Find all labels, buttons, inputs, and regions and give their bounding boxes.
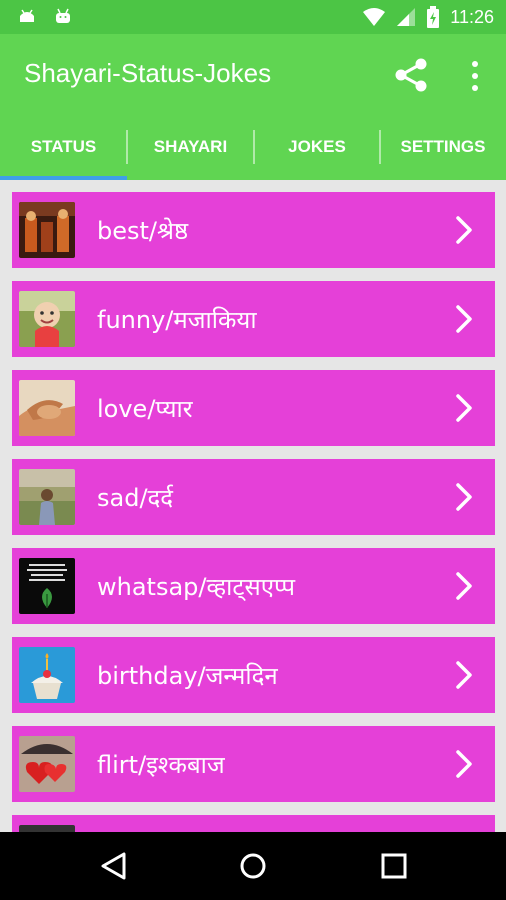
best-thumbnail	[19, 202, 75, 258]
app-title: Shayari-Status-Jokes	[24, 58, 272, 88]
funny-thumbnail	[19, 291, 75, 347]
list-item-label: best/श्रेष्ठ	[97, 216, 189, 245]
birthday-thumbnail	[19, 647, 75, 703]
tab-shayari[interactable]: SHAYARI	[127, 114, 254, 180]
list-item-partial[interactable]	[12, 815, 495, 832]
wifi-icon	[363, 8, 386, 26]
love-thumbnail	[19, 380, 75, 436]
list-item-label: birthday/जन्मदिन	[97, 661, 278, 690]
battery-icon	[427, 6, 440, 28]
chevron-right-icon	[456, 305, 472, 333]
share-icon[interactable]	[392, 56, 430, 94]
status-time: 11:26	[450, 6, 494, 27]
chevron-right-icon	[456, 661, 472, 689]
list-item-love[interactable]: love/प्यार	[12, 370, 495, 446]
list-item-whatsapp[interactable]: whatsap/व्हाट्सएप्प	[12, 548, 495, 624]
chevron-right-icon	[456, 483, 472, 511]
signal-icon	[397, 8, 416, 26]
chevron-right-icon	[456, 750, 472, 778]
android-notification-icon	[20, 9, 34, 22]
list-item-sad[interactable]: sad/दर्द	[12, 459, 495, 535]
list-item-birthday[interactable]: birthday/जन्मदिन	[12, 637, 495, 713]
whatsapp-thumbnail	[19, 558, 75, 614]
tab-settings[interactable]: SETTINGS	[380, 114, 506, 180]
list-item-flirt[interactable]: flirt/इश्कबाज	[12, 726, 495, 802]
list-item-label: sad/दर्द	[97, 483, 174, 512]
recents-icon[interactable]	[374, 846, 414, 886]
list-item-label: funny/मजाकिया	[97, 305, 257, 334]
list-item-label: love/प्यार	[97, 394, 193, 423]
more-vert-icon[interactable]	[464, 58, 486, 94]
status-bar: 11:26	[0, 0, 506, 34]
home-icon[interactable]	[233, 846, 273, 886]
back-icon[interactable]	[94, 846, 134, 886]
list-item-funny[interactable]: funny/मजाकिया	[12, 281, 495, 357]
partial-thumbnail	[19, 825, 75, 832]
app-bar: Shayari-Status-Jokes	[0, 34, 506, 114]
android-notification-icon	[56, 8, 70, 23]
list-item-label: whatsap/व्हाट्सएप्प	[97, 572, 296, 601]
tab-jokes[interactable]: JOKES	[254, 114, 380, 180]
chevron-right-icon	[456, 394, 472, 422]
chevron-right-icon	[456, 216, 472, 244]
sad-thumbnail	[19, 469, 75, 525]
list-item-best[interactable]: best/श्रेष्ठ	[12, 192, 495, 268]
list-item-label: flirt/इश्कबाज	[97, 750, 225, 779]
chevron-right-icon	[456, 572, 472, 600]
tab-bar: STATUS SHAYARI JOKES SETTINGS	[0, 114, 506, 180]
category-list: best/श्रेष्ठ funny/मजाकिया love/प्यार sa…	[0, 180, 506, 832]
system-nav-bar	[0, 832, 506, 900]
flirt-thumbnail	[19, 736, 75, 792]
tab-status[interactable]: STATUS	[0, 114, 127, 180]
